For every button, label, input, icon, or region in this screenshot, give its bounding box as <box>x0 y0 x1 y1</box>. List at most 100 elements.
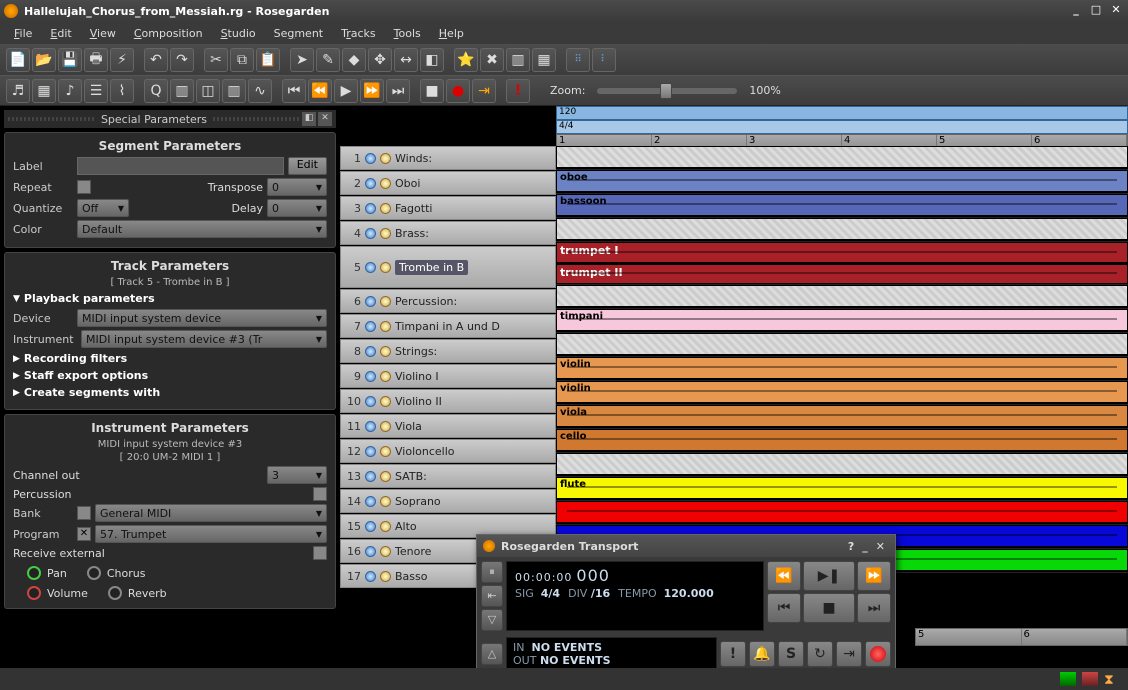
segment-row-10[interactable]: violin <box>556 381 1128 405</box>
color-select[interactable]: Default▼ <box>77 220 327 238</box>
segment[interactable]: timpani <box>556 309 1128 331</box>
create-segments-section[interactable]: ▶Create segments with <box>13 386 327 399</box>
track-header-4[interactable]: 4Brass: <box>340 221 556 245</box>
tracks-button-2[interactable]: ▦ <box>532 48 556 72</box>
draw-tool[interactable]: ✎ <box>316 48 340 72</box>
transpose-select[interactable]: 0▼ <box>267 178 327 196</box>
fastfwd-button[interactable]: ⏩ <box>360 79 384 103</box>
record-led[interactable] <box>380 296 391 307</box>
segment[interactable] <box>556 501 1128 523</box>
segment-row-9[interactable]: violin <box>556 357 1128 381</box>
record-led[interactable] <box>380 203 391 214</box>
mute-led[interactable] <box>365 153 376 164</box>
record-button[interactable]: ● <box>446 79 470 103</box>
segment[interactable]: violin <box>556 357 1128 379</box>
segment-row-14[interactable]: flute <box>556 477 1128 501</box>
receive-checkbox[interactable] <box>313 546 327 560</box>
transport-rewind-button[interactable]: ⏪ <box>767 561 801 591</box>
segment-row-2[interactable]: oboe <box>556 170 1128 194</box>
mute-led[interactable] <box>365 262 376 273</box>
transport-solo-button[interactable]: S <box>778 641 804 667</box>
transport-collapse-button[interactable]: ▽ <box>481 609 503 631</box>
mute-led[interactable] <box>365 421 376 432</box>
bottom-ruler[interactable]: 56 <box>915 628 1128 646</box>
record-led[interactable] <box>380 421 391 432</box>
tracks-button-1[interactable]: ▥ <box>506 48 530 72</box>
menu-studio[interactable]: Studio <box>213 25 264 42</box>
track-header-6[interactable]: 6Percussion: <box>340 289 556 313</box>
track-header-5[interactable]: 5Trombe in B <box>340 246 556 288</box>
menu-segment[interactable]: Segment <box>266 25 332 42</box>
segment[interactable]: cello <box>556 429 1128 451</box>
delete-track-button[interactable]: ✖ <box>480 48 504 72</box>
record-led[interactable] <box>380 546 391 557</box>
event-list-button[interactable]: ☰ <box>84 79 108 103</box>
volume-knob[interactable]: Volume <box>27 586 88 600</box>
channel-select[interactable]: 3▼ <box>267 466 327 484</box>
stop-button[interactable]: ■ <box>420 79 444 103</box>
mute-led[interactable] <box>365 446 376 457</box>
rewind-button[interactable]: ⏪ <box>308 79 332 103</box>
track-header-1[interactable]: 1Winds: <box>340 146 556 170</box>
mute-led[interactable] <box>365 321 376 332</box>
segment-row-11[interactable]: viola <box>556 405 1128 429</box>
transport-ffwd-button[interactable]: ⏩ <box>857 561 891 591</box>
record-led[interactable] <box>380 471 391 482</box>
note-button[interactable]: ♪ <box>58 79 82 103</box>
transport-close-button[interactable]: ✕ <box>876 540 885 553</box>
record-led[interactable] <box>380 446 391 457</box>
time-ruler[interactable]: 120 4/4 123456 <box>556 106 1128 146</box>
maximize-button[interactable]: □ <box>1088 3 1104 19</box>
play-button[interactable]: ▶ <box>334 79 358 103</box>
segment[interactable]: trumpet I <box>556 242 1128 263</box>
mute-led[interactable] <box>365 178 376 189</box>
record-led[interactable] <box>380 321 391 332</box>
record-led[interactable] <box>380 496 391 507</box>
menu-file[interactable]: File <box>6 25 40 42</box>
program-select[interactable]: 57. Trumpet▼ <box>95 525 327 543</box>
segment-label-input[interactable] <box>77 157 284 175</box>
transport-pause-button[interactable]: ⏸ <box>481 561 503 583</box>
track-header-10[interactable]: 10Violino II <box>340 389 556 413</box>
segment[interactable]: bassoon <box>556 194 1128 216</box>
velocity-button[interactable]: ▥ <box>222 79 246 103</box>
mute-led[interactable] <box>365 521 376 532</box>
transport-expand-button[interactable]: △ <box>481 643 503 665</box>
track-header-8[interactable]: 8Strings: <box>340 339 556 363</box>
segment[interactable] <box>556 333 1128 355</box>
notation-button[interactable]: ♬ <box>6 79 30 103</box>
transport-skipback-button[interactable]: ⏮ <box>767 593 801 623</box>
program-checkbox[interactable] <box>77 527 91 541</box>
segment[interactable]: viola <box>556 405 1128 427</box>
labels-button[interactable]: ◫ <box>196 79 220 103</box>
repeat-checkbox[interactable] <box>77 180 91 194</box>
menu-tracks[interactable]: Tracks <box>333 25 384 42</box>
delay-select[interactable]: 0▼ <box>267 199 327 217</box>
chorus-knob[interactable]: Chorus <box>87 566 146 580</box>
cut-button[interactable]: ✂ <box>204 48 228 72</box>
menu-edit[interactable]: Edit <box>42 25 79 42</box>
segment[interactable] <box>556 453 1128 475</box>
new-file-button[interactable]: 📄 <box>6 48 30 72</box>
segment-row-12[interactable]: cello <box>556 429 1128 453</box>
track-header-13[interactable]: 13SATB: <box>340 464 556 488</box>
track-header-3[interactable]: 3Fagotti <box>340 196 556 220</box>
panel-close-button[interactable]: ✕ <box>318 112 332 126</box>
add-track-button[interactable]: ⭐ <box>454 48 478 72</box>
recording-section[interactable]: ▶Recording filters <box>13 352 327 365</box>
segment-edit-button[interactable]: Edit <box>288 157 327 175</box>
segment-row-13[interactable] <box>556 453 1128 477</box>
segment[interactable]: oboe <box>556 170 1128 192</box>
piano-button[interactable]: ▥ <box>170 79 194 103</box>
transport-help-button[interactable]: ? <box>848 540 854 553</box>
mute-led[interactable] <box>365 371 376 382</box>
menu-composition[interactable]: Composition <box>126 25 211 42</box>
dots2-button[interactable]: ⠇ <box>592 48 616 72</box>
segment-row-6[interactable] <box>556 285 1128 309</box>
transport-play-button[interactable]: ▶❚ <box>803 561 855 591</box>
bank-select[interactable]: General MIDI▼ <box>95 504 327 522</box>
segment-row-5[interactable]: trumpet Itrumpet II <box>556 242 1128 285</box>
menu-tools[interactable]: Tools <box>386 25 429 42</box>
staff-section[interactable]: ▶Staff export options <box>13 369 327 382</box>
close-button[interactable]: ✕ <box>1108 3 1124 19</box>
